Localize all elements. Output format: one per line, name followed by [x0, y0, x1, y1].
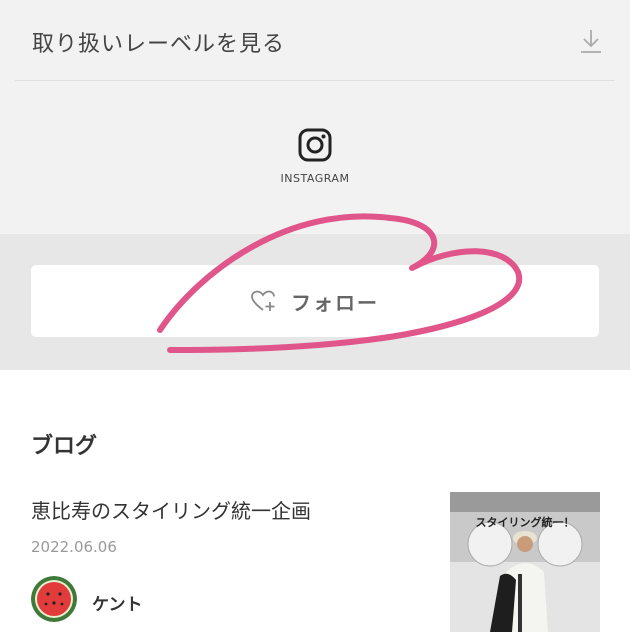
instagram-icon [298, 128, 332, 162]
author-name[interactable]: ケント [92, 590, 143, 615]
blog-post-item[interactable]: 恵比寿のスタイリング統一企画 2022.06.06 ケント スタイリング統一！ [0, 480, 630, 632]
follow-label: フォロー [291, 292, 379, 315]
instagram-link[interactable]: INSTAGRAM [278, 128, 352, 185]
heart-plus-icon [251, 290, 275, 311]
thumbnail-photo [450, 492, 600, 632]
instagram-label: INSTAGRAM [280, 172, 350, 185]
view-labels-text: 取り扱いレーベルを見る [32, 32, 286, 57]
view-labels-row[interactable]: 取り扱いレーベルを見る [15, 0, 615, 81]
watermelon-avatar-icon [31, 576, 77, 622]
blog-post-thumbnail[interactable]: スタイリング統一！ [450, 492, 600, 632]
author-avatar[interactable] [31, 576, 77, 622]
thumbnail-caption: スタイリング統一！ [475, 516, 575, 529]
blog-post-title[interactable]: 恵比寿のスタイリング統一企画 [31, 495, 311, 524]
follow-section: フォロー [0, 234, 630, 370]
blog-heading: ブログ [31, 434, 98, 459]
download-icon[interactable] [579, 28, 603, 54]
shop-links-section: 取り扱いレーベルを見る INSTAGRAM [0, 0, 630, 234]
blog-post-date: 2022.06.06 [31, 538, 117, 556]
follow-button[interactable]: フォロー [31, 265, 599, 337]
